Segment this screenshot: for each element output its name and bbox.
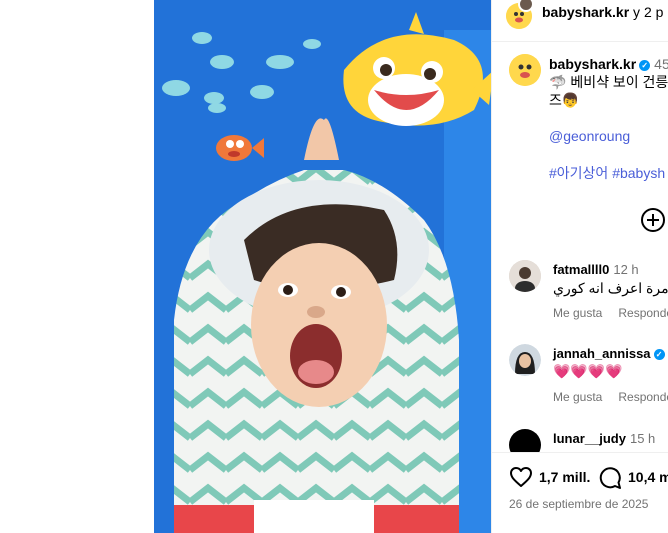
comment-count[interactable]: 10,4 m [628, 469, 668, 485]
instagram-post-view: babyshark.kr y 2 p babyshark.kr✓45 🦈 베비샥… [0, 0, 668, 533]
like-count[interactable]: 1,7 mill. [539, 469, 590, 485]
comment-username-row: jannah_annissa ✓ [553, 346, 665, 361]
comment-username-row: lunar__judy 15 h [553, 431, 655, 446]
comment-reply-button[interactable]: Responder [618, 390, 668, 404]
author-username[interactable]: babyshark.kr [542, 4, 629, 20]
comment-username-row: fatmallll0 12 h [553, 262, 639, 277]
comment-reply-button[interactable]: Responder [618, 306, 668, 320]
caption-line-1: 🦈 베비샥 보이 건릉 [549, 74, 668, 90]
verified-icon: ✓ [639, 60, 651, 71]
caption-mention[interactable]: @geonroung [549, 128, 630, 144]
comment-actions: Me gusta Responder [553, 390, 668, 404]
post-footer: 1,7 mill. 10,4 m 26 de septiembre de 202… [492, 452, 668, 533]
comment-time[interactable]: 15 h [630, 431, 655, 446]
caption-avatar[interactable] [509, 54, 541, 86]
comment-like-button[interactable]: Me gusta [553, 306, 602, 320]
caption-hashtags[interactable]: #아기상어 #babysh [549, 163, 665, 183]
add-comment-icon[interactable] [641, 208, 665, 232]
comment-username[interactable]: fatmallll0 [553, 262, 609, 277]
post-side-panel: babyshark.kr y 2 p babyshark.kr✓45 🦈 베비샥… [491, 0, 668, 533]
caption-time[interactable]: 45 [654, 56, 668, 72]
post-date[interactable]: 26 de septiembre de 2025 [509, 497, 648, 511]
comment-actions: Me gusta Responder [553, 306, 668, 320]
verified-icon: ✓ [653, 349, 665, 360]
comment-like-button[interactable]: Me gusta [553, 390, 602, 404]
comment-username[interactable]: lunar__judy [553, 431, 626, 446]
heart-icon[interactable] [509, 466, 533, 488]
left-margin [0, 0, 154, 533]
caption-username-row: babyshark.kr✓45 [549, 56, 668, 72]
post-media[interactable] [154, 0, 491, 533]
post-header: babyshark.kr y 2 p [492, 0, 668, 42]
comment-text: ل مرة اعرف انه كوري [553, 280, 668, 296]
comment-username[interactable]: jannah_annissa [553, 346, 651, 361]
post-author[interactable]: babyshark.kr y 2 p [542, 4, 663, 20]
comment-icon[interactable] [598, 466, 622, 490]
caption-text: 🦈 베비샥 보이 건릉 즈👦 [549, 73, 668, 109]
caption-line-2: 즈👦 [549, 92, 580, 108]
commenter-avatar[interactable] [509, 344, 541, 376]
collaborators-label[interactable]: y 2 p [629, 4, 663, 20]
caption-username[interactable]: babyshark.kr [549, 56, 636, 72]
collaborator-avatar[interactable] [518, 0, 534, 12]
comment-text: 💗💗💗💗 [553, 363, 623, 379]
commenter-avatar[interactable] [509, 260, 541, 292]
post-image [154, 0, 491, 533]
comment-time[interactable]: 12 h [613, 262, 638, 277]
